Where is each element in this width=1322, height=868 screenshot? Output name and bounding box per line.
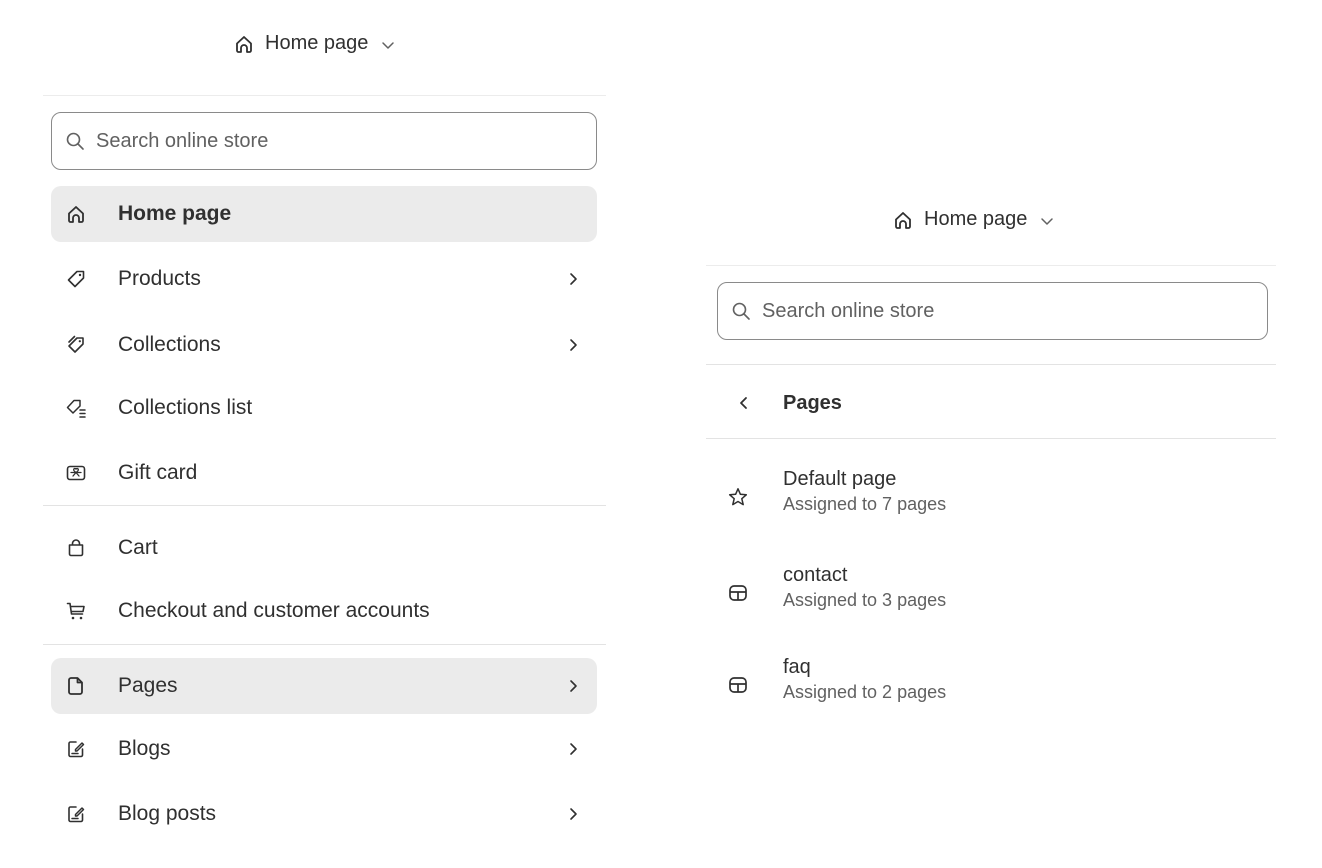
section-divider — [43, 505, 606, 506]
chevron-left-icon — [736, 395, 752, 411]
section-divider — [43, 644, 606, 645]
template-assigned: Assigned to 3 pages — [783, 590, 947, 610]
tags-icon — [65, 334, 87, 356]
search-field[interactable] — [717, 282, 1268, 340]
home-icon — [892, 209, 914, 231]
page-selector[interactable]: Home page — [233, 32, 396, 55]
template-name: Default page — [783, 468, 897, 490]
search-icon — [64, 130, 86, 152]
home-icon — [65, 203, 87, 225]
bag-icon — [65, 537, 87, 559]
template-item-contact[interactable]: contact Assigned to 3 pages — [706, 556, 1276, 636]
template-assigned: Assigned to 2 pages — [783, 682, 947, 702]
template-icon — [727, 674, 749, 696]
back-button[interactable]: Pages — [706, 368, 1276, 438]
nav-item-blog-posts[interactable]: Blog posts — [51, 786, 597, 842]
nav-item-label: Cart — [118, 536, 158, 559]
chevron-right-icon — [565, 678, 581, 694]
nav-item-collections[interactable]: Collections — [51, 317, 597, 373]
nav-item-label: Collections — [118, 333, 221, 356]
page-selector-label: Home page — [924, 208, 1028, 230]
search-field[interactable] — [51, 112, 597, 170]
nav-item-label: Blog posts — [118, 802, 217, 825]
right-panel: Home page Pages Default page Assigned to… — [706, 190, 1276, 750]
nav-item-label: Home page — [118, 202, 232, 225]
chevron-right-icon — [565, 741, 581, 757]
nav-item-label: Blogs — [118, 737, 171, 760]
home-icon — [233, 33, 255, 55]
template-item-faq[interactable]: faq Assigned to 2 pages — [706, 648, 1276, 728]
nav-item-checkout[interactable]: Checkout and customer accounts — [51, 583, 597, 639]
nav-item-blogs[interactable]: Blogs — [51, 721, 597, 777]
template-icon — [727, 582, 749, 604]
nav-item-pages[interactable]: Pages — [51, 658, 597, 714]
tag-list-icon — [65, 397, 87, 419]
nav-item-label: Pages — [118, 674, 178, 697]
tag-icon — [65, 268, 87, 290]
search-input[interactable] — [760, 298, 1267, 324]
template-name: faq — [783, 656, 811, 678]
cart-icon — [65, 600, 87, 622]
header-divider — [43, 95, 606, 96]
chevron-right-icon — [565, 806, 581, 822]
page-selector[interactable]: Home page — [892, 208, 1055, 231]
search-input[interactable] — [94, 128, 596, 154]
blog-icon — [65, 738, 87, 760]
template-item-default-page[interactable]: Default page Assigned to 7 pages — [706, 460, 1276, 540]
back-label: Pages — [783, 391, 842, 414]
template-name: contact — [783, 564, 848, 586]
nav-item-label: Products — [118, 267, 201, 290]
header-divider — [706, 265, 1276, 266]
nav-item-label: Collections list — [118, 396, 253, 419]
template-assigned: Assigned to 7 pages — [783, 494, 947, 514]
nav-item-collections-list[interactable]: Collections list — [51, 380, 597, 436]
star-icon — [727, 486, 749, 508]
search-icon — [730, 300, 752, 322]
nav-item-gift-card[interactable]: Gift card — [51, 445, 597, 501]
nav-item-label: Checkout and customer accounts — [118, 599, 430, 622]
chevron-right-icon — [565, 337, 581, 353]
chevron-down-icon — [1039, 213, 1055, 229]
chevron-down-icon — [380, 37, 396, 53]
chevron-right-icon — [565, 271, 581, 287]
page-selector-label: Home page — [265, 32, 369, 54]
nav-item-home-page[interactable]: Home page — [51, 186, 597, 242]
nav-item-cart[interactable]: Cart — [51, 520, 597, 576]
page-icon — [65, 675, 87, 697]
section-divider — [706, 438, 1276, 439]
section-divider — [706, 364, 1276, 365]
nav-item-products[interactable]: Products — [51, 251, 597, 307]
gift-card-icon — [65, 462, 87, 484]
left-panel: Home page Home page Products Collections — [43, 0, 606, 868]
nav-item-label: Gift card — [118, 461, 198, 484]
blog-post-icon — [65, 803, 87, 825]
